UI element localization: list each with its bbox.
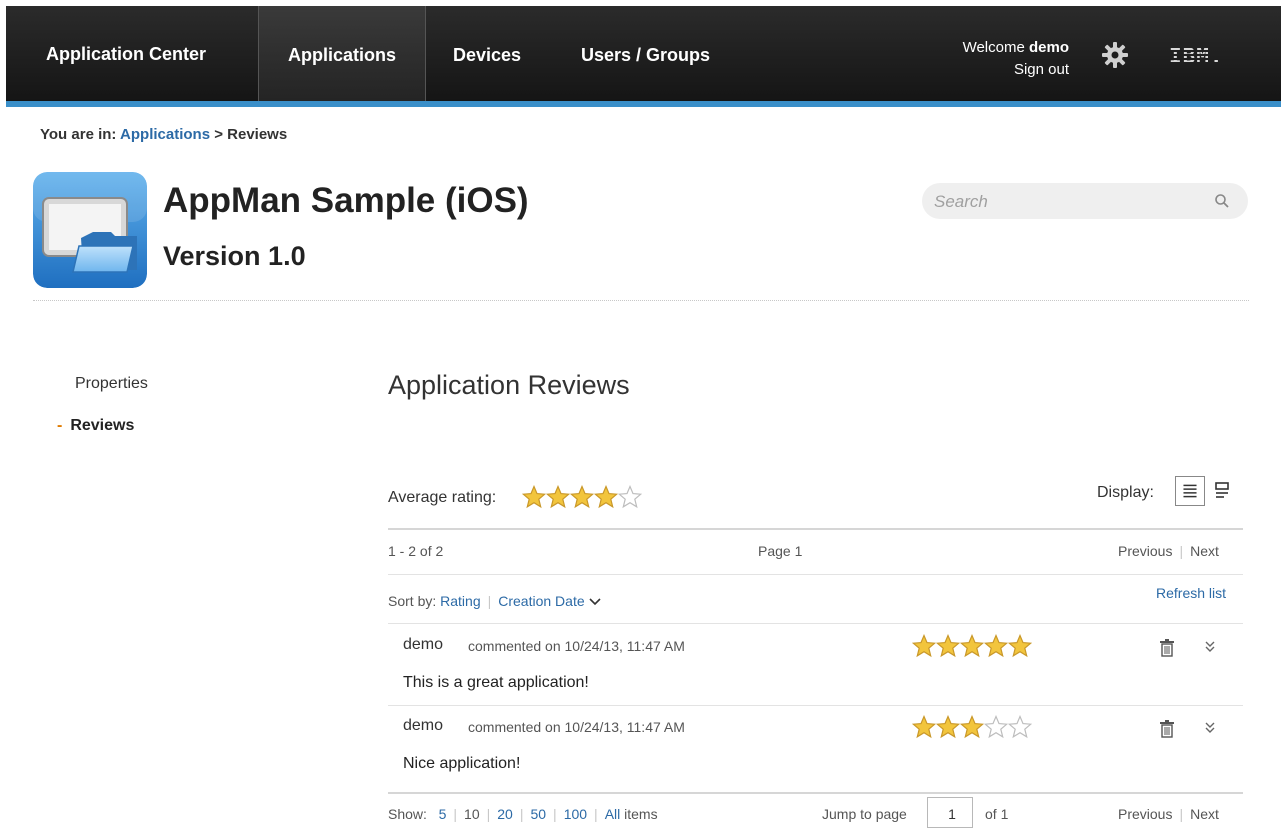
tab-users-groups[interactable]: Users / Groups (581, 6, 710, 101)
breadcrumb: You are in: Applications > Reviews (40, 126, 287, 143)
page-title: AppMan Sample (iOS) (163, 181, 529, 220)
app-version: Version 1.0 (163, 241, 306, 271)
list-top-border (388, 528, 1243, 530)
average-rating-stars (522, 485, 642, 509)
star-filled-icon (570, 485, 594, 509)
previous-link[interactable]: Previous (1118, 806, 1172, 822)
header-divider (33, 300, 1249, 301)
review-author: demo (403, 717, 444, 734)
star-filled-icon (1008, 634, 1032, 658)
gear-icon[interactable] (1101, 41, 1129, 69)
star-filled-icon (984, 634, 1008, 658)
page-size-option[interactable]: 5 (439, 806, 447, 822)
jump-to-page-label: Jump to page (822, 806, 907, 822)
next-link[interactable]: Next (1190, 543, 1219, 559)
pager-top: Previous | Next (1118, 543, 1219, 559)
star-filled-icon (912, 634, 936, 658)
search-input[interactable] (932, 191, 1206, 213)
sort-by-rating[interactable]: Rating (440, 593, 480, 609)
review-text: Nice application! (403, 755, 521, 772)
sort-by-creation-date[interactable]: Creation Date (498, 593, 601, 609)
page-size-option[interactable]: 50 (530, 806, 546, 822)
star-filled-icon (912, 715, 936, 739)
app-center-brand[interactable]: Application Center (46, 6, 206, 101)
active-marker: - (57, 417, 63, 434)
result-range: 1 - 2 of 2 (388, 543, 444, 559)
star-filled-icon (960, 715, 984, 739)
next-link[interactable]: Next (1190, 806, 1219, 822)
display-label: Display: (1097, 484, 1154, 501)
sidebar-item-reviews[interactable]: - Reviews (57, 417, 134, 435)
page-indicator: Page 1 (758, 543, 803, 559)
page-size-all[interactable]: All (605, 806, 621, 822)
sign-out-link[interactable]: Sign out (963, 59, 1069, 81)
welcome-block: Welcome demo Sign out (963, 37, 1069, 81)
page-size-option[interactable]: 10 (464, 806, 480, 822)
username: demo (1028, 39, 1069, 56)
star-empty-icon (984, 715, 1008, 739)
sidebar-item-properties[interactable]: Properties (75, 375, 148, 393)
compact-view-icon[interactable] (1210, 476, 1234, 506)
review-author: demo (403, 636, 444, 653)
star-filled-icon (546, 485, 570, 509)
review-meta: commented on 10/24/13, 11:47 AM (468, 719, 685, 735)
page-size-option[interactable]: 100 (564, 806, 587, 822)
review-meta: commented on 10/24/13, 11:47 AM (468, 638, 685, 654)
sidebar-item-label: Reviews (70, 417, 135, 434)
chevron-down-icon (588, 598, 601, 606)
divider (388, 705, 1243, 706)
breadcrumb-separator: > (214, 126, 223, 143)
ibm-logo: IBM. (1169, 44, 1224, 68)
page-size-option[interactable]: 20 (497, 806, 513, 822)
jump-to-page-input[interactable] (928, 798, 976, 829)
review-rating-stars (912, 634, 1032, 658)
review-text: This is a great application! (403, 674, 589, 691)
all-items-suffix: items (624, 806, 658, 822)
star-filled-icon (522, 485, 546, 509)
tab-devices[interactable]: Devices (453, 6, 521, 101)
expand-icon[interactable] (1204, 640, 1216, 654)
page-size-selector: Show: 5 | 10 | 20 | 50 | 100 | All items (388, 806, 658, 822)
sort-date-label: Creation Date (498, 593, 585, 609)
divider (388, 574, 1243, 575)
list-view-icon[interactable] (1175, 476, 1205, 506)
trash-icon[interactable] (1159, 720, 1175, 738)
star-filled-icon (960, 634, 984, 658)
tablet-folder-icon (33, 172, 147, 288)
review-rating-stars (912, 715, 1032, 739)
star-filled-icon (936, 634, 960, 658)
star-empty-icon (618, 485, 642, 509)
show-label: Show: (388, 806, 427, 822)
section-title: Application Reviews (388, 370, 630, 400)
refresh-list-link[interactable]: Refresh list (1156, 585, 1226, 601)
previous-link[interactable]: Previous (1118, 543, 1172, 559)
ibm-logo-text: IBM. (1169, 44, 1224, 68)
search-box[interactable] (922, 183, 1248, 219)
expand-icon[interactable] (1204, 721, 1216, 735)
page-count: of 1 (985, 806, 1009, 822)
average-rating-label: Average rating: (388, 489, 497, 506)
sort-bar: Sort by: Rating | Creation Date (388, 593, 601, 609)
sort-label: Sort by: (388, 593, 437, 609)
star-filled-icon (594, 485, 618, 509)
star-empty-icon (1008, 715, 1032, 739)
top-navigation-bar: Application Center Applications Devices … (6, 6, 1281, 107)
list-bottom-border (388, 792, 1243, 794)
breadcrumb-prefix: You are in: (40, 126, 117, 143)
breadcrumb-link-applications[interactable]: Applications (120, 126, 210, 143)
jump-to-page-box[interactable] (927, 797, 976, 829)
tab-applications[interactable]: Applications (258, 6, 426, 101)
trash-icon[interactable] (1159, 639, 1175, 657)
pager-bottom: Previous | Next (1118, 806, 1219, 822)
breadcrumb-current: Reviews (227, 126, 288, 143)
welcome-prefix: Welcome (962, 39, 1025, 56)
star-filled-icon (936, 715, 960, 739)
divider (388, 623, 1243, 624)
search-icon[interactable] (1214, 193, 1230, 209)
